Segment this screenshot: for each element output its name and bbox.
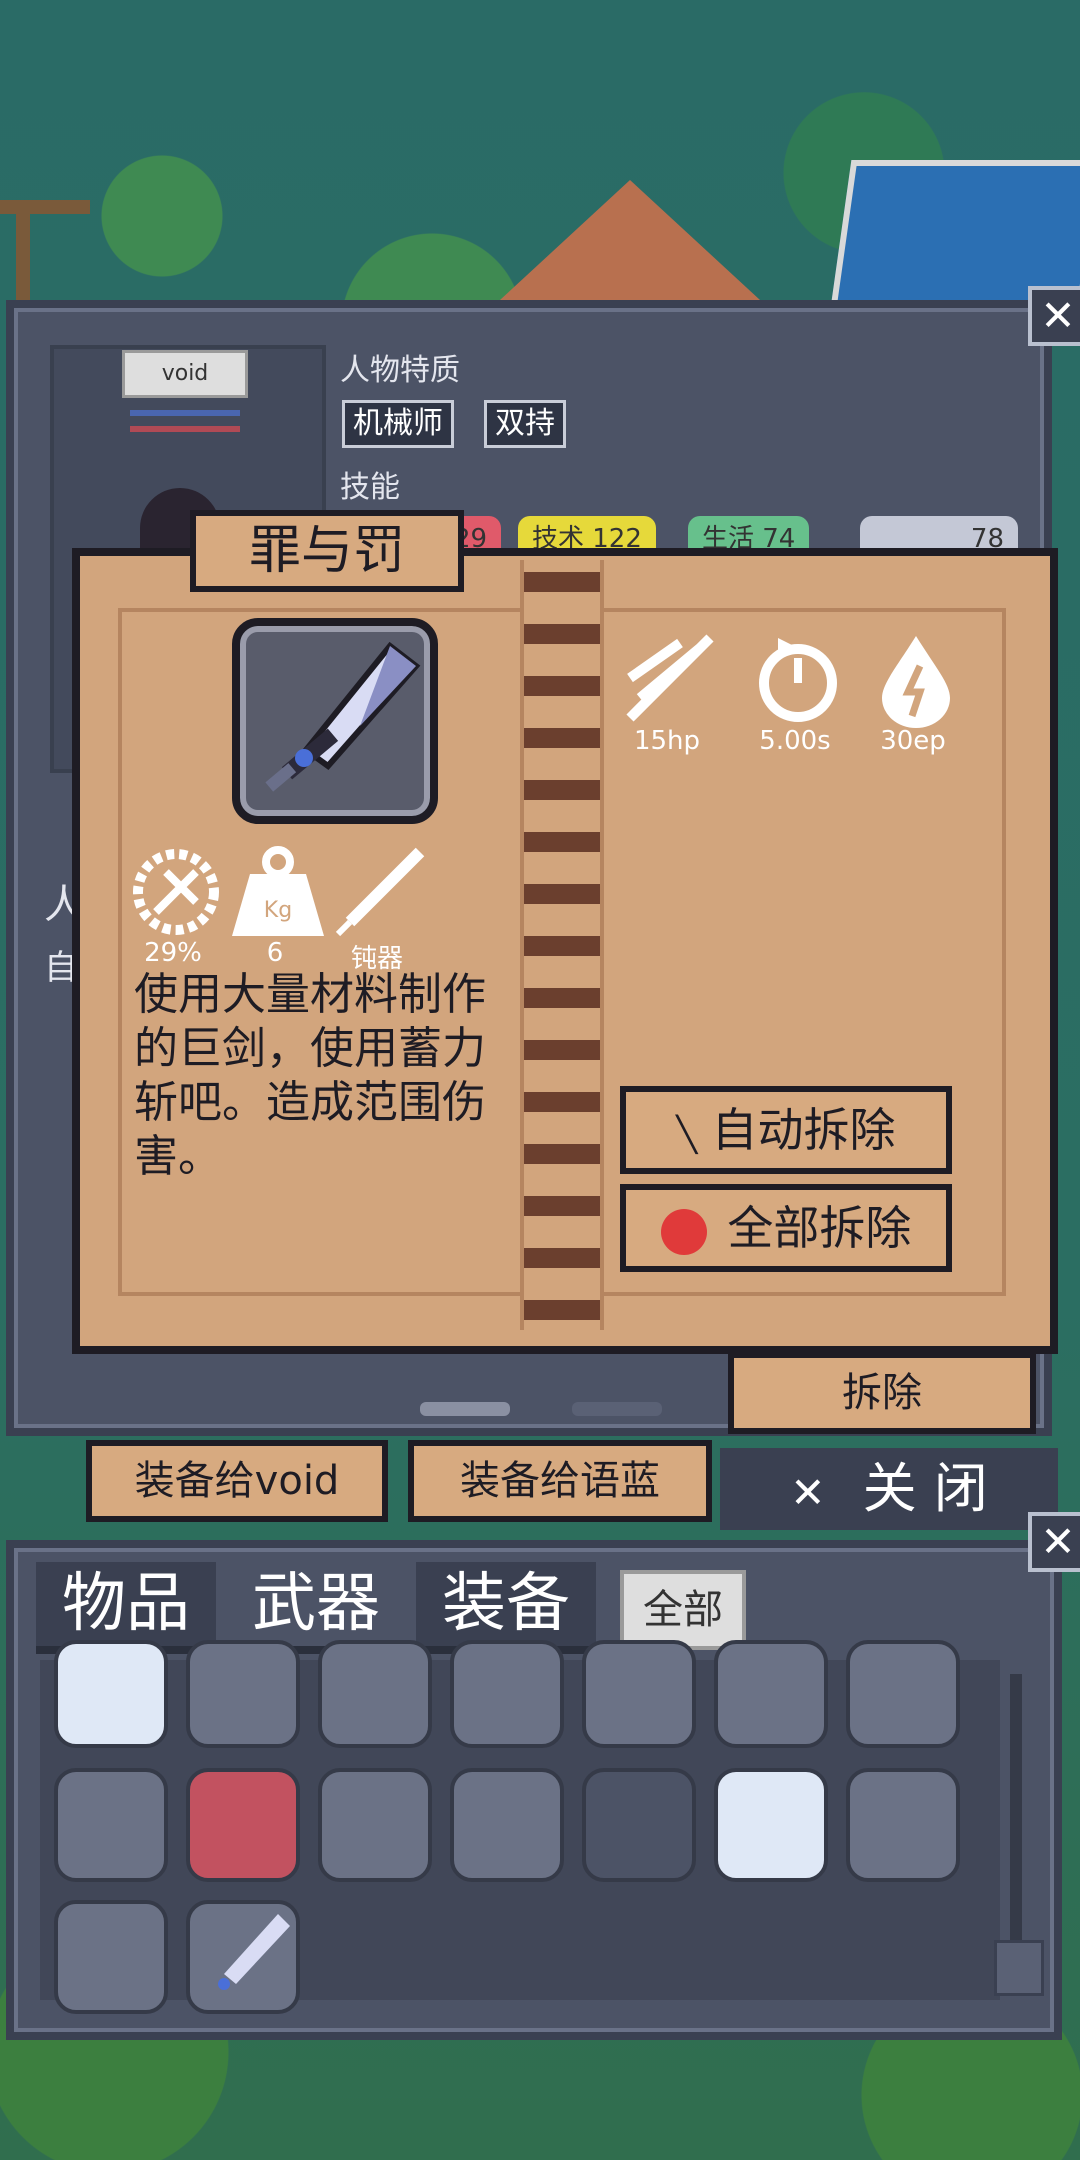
close-label: 关 闭	[862, 1457, 988, 1520]
crit-gear-icon	[126, 842, 226, 942]
inventory-slot[interactable]	[186, 1640, 300, 1748]
item-description: 使用大量材料制作的巨剑，使用蓄力斩吧。造成范围伤害。	[134, 969, 486, 1182]
scrollbar-thumb[interactable]	[994, 1940, 1044, 1996]
weight-icon: Kg	[228, 842, 328, 942]
angry-face-icon	[660, 1208, 707, 1255]
wooden-post-vertical	[16, 200, 30, 310]
inventory-slot[interactable]	[318, 1640, 432, 1748]
close-inventory-button[interactable]: ✕	[1028, 1512, 1080, 1572]
book-spine	[520, 560, 604, 1330]
dismantle-all-button[interactable]: 全部拆除	[620, 1184, 952, 1272]
inventory-slot[interactable]	[54, 1640, 168, 1748]
energy-value: 30ep	[880, 726, 946, 756]
energy-drop-icon	[866, 628, 966, 728]
auto-dismantle-button[interactable]: ╲ 自动拆除	[620, 1086, 952, 1174]
weight-value: 6	[266, 938, 284, 968]
inventory-slot[interactable]	[186, 1768, 300, 1882]
skills-label: 技能	[340, 470, 400, 505]
item-title: 罪与罚	[190, 510, 464, 592]
close-button[interactable]: ✕ 关 闭	[720, 1448, 1058, 1530]
filter-all-button[interactable]: 全部	[620, 1570, 746, 1650]
traits-label: 人物特质	[340, 353, 460, 388]
inventory-slot[interactable]	[54, 1768, 168, 1882]
wooden-post	[0, 200, 90, 214]
house-roof	[500, 180, 760, 300]
dismantle-all-label: 全部拆除	[727, 1201, 912, 1255]
slash-icon	[620, 628, 720, 728]
blade-icon	[330, 842, 430, 942]
svg-text:Kg: Kg	[264, 898, 292, 923]
character-name: void	[122, 350, 248, 398]
item-portrait	[232, 618, 438, 824]
auto-dismantle-label: 自动拆除	[711, 1103, 896, 1157]
inventory-slot[interactable]	[846, 1768, 960, 1882]
greatsword-icon	[265, 641, 421, 792]
trait-badge[interactable]: 机械师	[342, 400, 454, 448]
page-indicator	[420, 1402, 510, 1416]
cooldown-icon	[748, 628, 848, 728]
health-bar	[130, 426, 240, 432]
equip-yulan-button[interactable]: 装备给语蓝	[408, 1440, 712, 1522]
inventory-slot[interactable]	[450, 1768, 564, 1882]
close-icon: ✕	[790, 1468, 826, 1517]
inventory-slot[interactable]	[714, 1768, 828, 1882]
inventory-slot[interactable]	[846, 1640, 960, 1748]
close-character-panel-button[interactable]: ✕	[1028, 286, 1080, 346]
inventory-slot[interactable]	[54, 1900, 168, 2014]
cooldown-value: 5.00s	[759, 726, 831, 756]
page-indicator	[572, 1402, 662, 1416]
inventory-slot[interactable]	[582, 1768, 696, 1882]
trait-badge[interactable]: 双持	[484, 400, 566, 448]
wrench-icon: ╲	[676, 1115, 697, 1155]
inventory-slot[interactable]	[582, 1640, 696, 1748]
crit-value: 29%	[144, 938, 202, 968]
equip-void-button[interactable]: 装备给void	[86, 1440, 388, 1522]
inventory-slot[interactable]	[714, 1640, 828, 1748]
damage-value: 15hp	[633, 726, 701, 756]
dismantle-button[interactable]: 拆除	[728, 1352, 1036, 1434]
inventory-slot[interactable]	[450, 1640, 564, 1748]
greatsword-icon	[218, 1914, 290, 1990]
inventory-slot[interactable]	[318, 1768, 432, 1882]
inventory-slot[interactable]	[186, 1900, 300, 2014]
mana-bar	[130, 410, 240, 416]
